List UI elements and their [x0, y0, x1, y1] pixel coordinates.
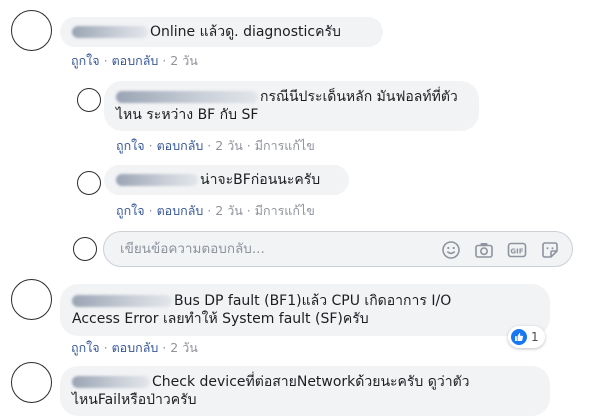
like-link[interactable]: ถูกใจ: [71, 340, 100, 355]
like-link[interactable]: ถูกใจ: [71, 53, 100, 68]
author-name[interactable]: [72, 376, 150, 388]
comment-bubble: Bus DP fault (BF1)แล้ว CPU เกิดอาการ I/O…: [60, 284, 550, 336]
avatar[interactable]: [11, 10, 52, 51]
reply-link[interactable]: ตอบกลับ: [112, 340, 159, 355]
author-name[interactable]: [116, 91, 258, 103]
edited-label[interactable]: มีการแก้ไข: [255, 138, 315, 153]
comment-text: Online แล้วดู. diagnosticครับ: [150, 24, 341, 40]
sticker-icon[interactable]: [540, 240, 560, 260]
comment-actions: ถูกใจ · ตอบกลับ · 2 วัน · มีการแก้ไข: [116, 203, 315, 218]
comment-bubble: Check deviceที่ต่อสายNetworkด้วยนะครับ ด…: [60, 366, 550, 416]
comment-text-line2: ไหน ระหว่าง BF กับ SF: [116, 107, 259, 123]
like-link[interactable]: ถูกใจ: [116, 203, 145, 218]
author-name[interactable]: [72, 295, 172, 307]
author-name[interactable]: [116, 174, 198, 186]
comment-text-line2: Access Error เลยทำให้ System fault (SF)ค…: [72, 311, 369, 327]
avatar[interactable]: [11, 279, 52, 320]
gif-icon[interactable]: GIF: [507, 240, 527, 260]
reply-link[interactable]: ตอบกลับ: [112, 53, 159, 68]
camera-icon[interactable]: [474, 240, 494, 260]
comment-text-line1: กรณีนีประเด็นหลัก มันฟอลท์ที่ตัว: [260, 89, 458, 105]
timestamp[interactable]: 2 วัน: [170, 340, 198, 355]
reply-link[interactable]: ตอบกลับ: [157, 203, 204, 218]
comment-text-line2: ไหนFailหรือป่าวครับ: [72, 392, 197, 408]
comment-actions: ถูกใจ · ตอบกลับ · 2 วัน · มีการแก้ไข: [116, 138, 315, 153]
comment-text-line1: Bus DP fault (BF1)แล้ว CPU เกิดอาการ I/O: [174, 293, 452, 309]
reaction-count: 1: [531, 330, 539, 344]
emoji-icon[interactable]: [441, 240, 461, 260]
like-link[interactable]: ถูกใจ: [116, 138, 145, 153]
reaction-badge[interactable]: 1: [508, 326, 545, 348]
author-name[interactable]: [72, 26, 148, 38]
reply-composer: GIF: [103, 231, 573, 267]
timestamp[interactable]: 2 วัน: [170, 53, 198, 68]
current-user-avatar[interactable]: [73, 237, 97, 261]
comment-bubble: น่าจะBFก่อนนะครับ: [104, 165, 349, 195]
comment-text: น่าจะBFก่อนนะครับ: [200, 172, 321, 188]
avatar[interactable]: [11, 362, 52, 403]
avatar[interactable]: [77, 88, 101, 112]
comment-text-line1: Check deviceที่ต่อสายNetworkด้วยนะครับ ด…: [152, 374, 470, 390]
reply-link[interactable]: ตอบกลับ: [157, 138, 204, 153]
comment-bubble: Online แล้วดู. diagnosticครับ: [60, 17, 383, 47]
reply-input[interactable]: [118, 240, 422, 258]
comment-actions: ถูกใจ · ตอบกลับ · 2 วัน: [71, 340, 198, 355]
comment-actions: ถูกใจ · ตอบกลับ · 2 วัน: [71, 53, 198, 68]
like-icon: [511, 329, 527, 345]
avatar[interactable]: [77, 171, 101, 195]
timestamp[interactable]: 2 วัน: [215, 138, 243, 153]
comment-bubble: กรณีนีประเด็นหลัก มันฟอลท์ที่ตัว ไหน ระห…: [104, 81, 479, 131]
svg-text:GIF: GIF: [510, 247, 523, 255]
timestamp[interactable]: 2 วัน: [215, 203, 243, 218]
edited-label[interactable]: มีการแก้ไข: [255, 203, 315, 218]
